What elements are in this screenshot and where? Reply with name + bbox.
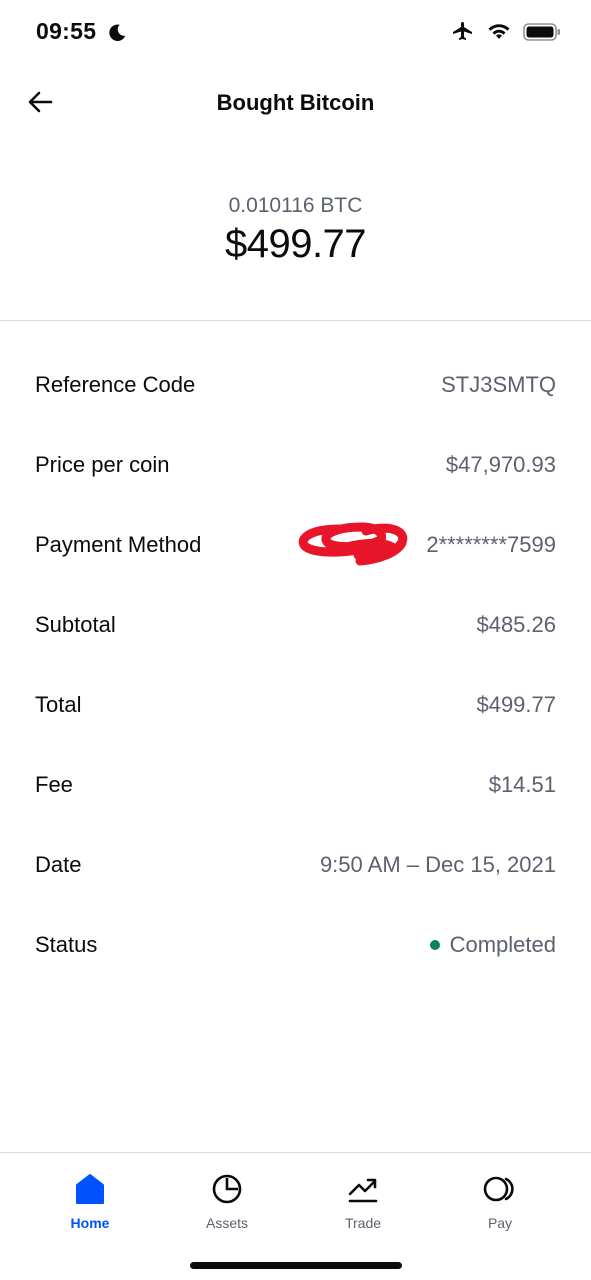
redaction-scribble	[298, 522, 408, 566]
airplane-icon	[453, 22, 472, 40]
home-icon	[76, 1174, 104, 1204]
detail-value: $499.77	[476, 692, 556, 717]
detail-label: Status	[35, 932, 98, 957]
detail-row-payment-method: Payment Method 2********7599	[0, 505, 591, 585]
status-icons	[451, 20, 561, 44]
detail-value: $14.51	[488, 772, 556, 797]
detail-row-subtotal: Subtotal $485.26	[0, 585, 591, 665]
tab-label: Home	[70, 1215, 110, 1231]
pie-chart-icon	[212, 1174, 242, 1204]
tab-label: Pay	[487, 1215, 513, 1231]
detail-label: Date	[35, 852, 82, 877]
battery-icon	[523, 23, 560, 41]
detail-label: Reference Code	[35, 372, 196, 397]
page-title: Bought Bitcoin	[216, 90, 375, 115]
detail-label: Fee	[35, 772, 73, 797]
moon-icon	[109, 24, 126, 41]
pay-icon	[483, 1176, 514, 1202]
nav-bar: Bought Bitcoin	[0, 70, 591, 136]
tab-trade[interactable]: Trade	[313, 1171, 413, 1231]
home-indicator[interactable]	[190, 1262, 402, 1269]
transaction-details: Reference Code STJ3SMTQ Price per coin $…	[0, 345, 591, 985]
detail-row-date: Date 9:50 AM – Dec 15, 2021	[0, 825, 591, 905]
detail-row-total: Total $499.77	[0, 665, 591, 745]
detail-row-reference-code[interactable]: Reference Code STJ3SMTQ	[0, 345, 591, 425]
tab-label: Trade	[344, 1215, 382, 1231]
crypto-amount: 0.010116 BTC	[228, 194, 363, 217]
tab-assets[interactable]: Assets	[177, 1171, 277, 1231]
detail-value: 2********7599	[426, 532, 556, 557]
amount-summary: 0.010116 BTC $499.77	[0, 180, 591, 320]
trend-up-icon	[348, 1178, 378, 1203]
detail-row-price-per-coin: Price per coin $47,970.93	[0, 425, 591, 505]
detail-row-fee: Fee $14.51	[0, 745, 591, 825]
fiat-amount: $499.77	[224, 222, 367, 266]
detail-value: STJ3SMTQ	[441, 372, 556, 397]
tab-pay[interactable]: Pay	[450, 1171, 550, 1231]
divider	[0, 320, 591, 321]
detail-label: Payment Method	[35, 532, 202, 557]
status-text: Completed	[449, 932, 556, 957]
detail-row-status: Status Completed	[0, 905, 591, 985]
tab-bar: Home Assets Trade Pay	[0, 1152, 591, 1280]
status-value: Completed	[429, 932, 556, 958]
status-dot-icon	[429, 940, 440, 950]
detail-value: 9:50 AM – Dec 15, 2021	[319, 852, 556, 877]
tab-home[interactable]: Home	[40, 1171, 140, 1231]
detail-label: Price per coin	[35, 452, 170, 477]
detail-value: $485.26	[476, 612, 556, 637]
detail-label: Total	[35, 692, 82, 717]
detail-value: $47,970.93	[445, 452, 556, 477]
wifi-icon	[488, 24, 510, 39]
detail-label: Subtotal	[35, 612, 116, 637]
status-time: 09:55	[36, 18, 97, 44]
tab-label: Assets	[205, 1215, 248, 1231]
status-bar: 09:55	[0, 0, 591, 66]
